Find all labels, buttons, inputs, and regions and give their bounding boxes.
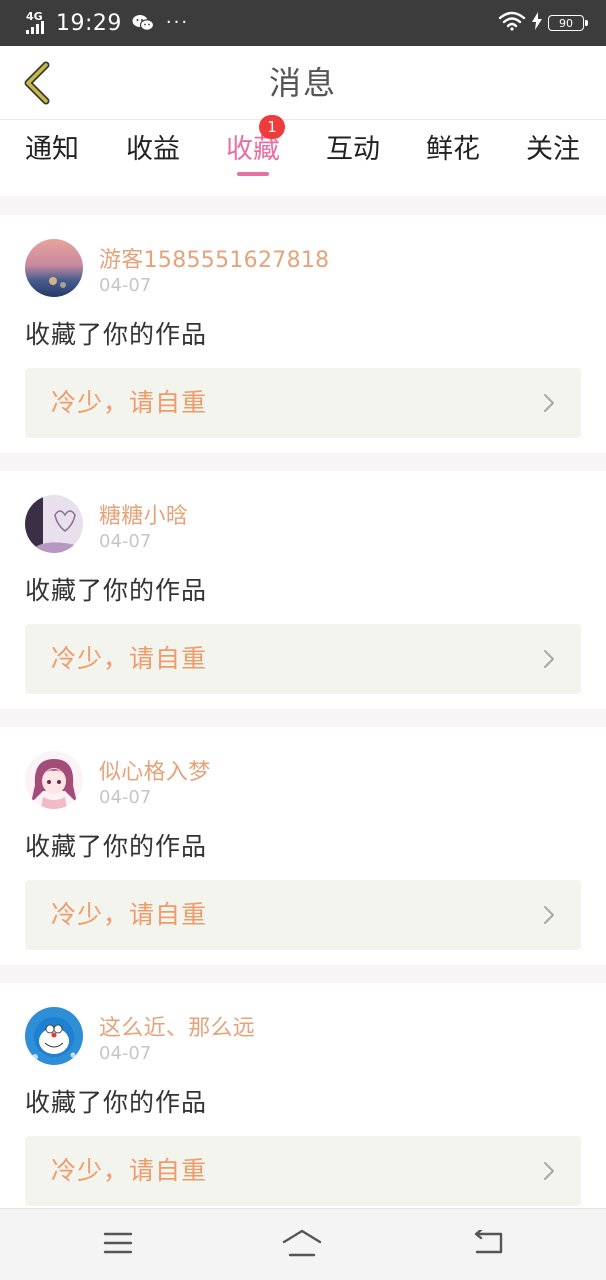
message-date: 04-07 bbox=[99, 275, 152, 296]
chevron-right-icon bbox=[543, 905, 555, 925]
battery-icon: 90 bbox=[548, 15, 588, 31]
username[interactable]: 糖糖小晗 bbox=[99, 498, 188, 530]
tab-favorites[interactable]: 收藏 1 bbox=[203, 115, 303, 196]
action-text: 收藏了你的作品 bbox=[25, 576, 208, 605]
unread-badge: 1 bbox=[259, 115, 285, 139]
message-card: 糖糖小晗 04-07 收藏了你的作品 冷少，请自重 bbox=[0, 471, 606, 709]
tab-notifications[interactable]: 通知 bbox=[2, 120, 102, 196]
tab-label: 互动 bbox=[326, 134, 380, 165]
status-bar: 4G 19:29 ··· 90 bbox=[0, 0, 606, 46]
work-link[interactable]: 冷少，请自重 bbox=[25, 368, 581, 438]
header-bar: 消息 bbox=[0, 46, 606, 120]
page-title: 消息 bbox=[268, 64, 337, 102]
work-link[interactable]: 冷少，请自重 bbox=[25, 880, 581, 950]
work-title: 冷少，请自重 bbox=[51, 388, 208, 417]
message-card: 游客1585551627818 04-07 收藏了你的作品 冷少，请自重 bbox=[0, 215, 606, 453]
home-button[interactable] bbox=[282, 1225, 322, 1261]
work-title: 冷少，请自重 bbox=[51, 900, 208, 929]
message-card: 这么近、那么远 04-07 收藏了你的作品 冷少，请自重 bbox=[0, 983, 606, 1209]
avatar[interactable] bbox=[25, 495, 83, 553]
chevron-right-icon bbox=[543, 393, 555, 413]
menu-button[interactable] bbox=[98, 1225, 138, 1261]
action-text: 收藏了你的作品 bbox=[25, 1088, 208, 1117]
message-date: 04-07 bbox=[99, 1043, 152, 1064]
work-title: 冷少，请自重 bbox=[51, 644, 208, 673]
username[interactable]: 似心格入梦 bbox=[99, 754, 211, 786]
cellular-signal-icon: 4G bbox=[24, 10, 48, 36]
work-title: 冷少，请自重 bbox=[51, 1156, 208, 1185]
status-time: 19:29 bbox=[56, 10, 122, 36]
chevron-right-icon bbox=[543, 649, 555, 669]
system-navigation-bar bbox=[0, 1208, 606, 1280]
username[interactable]: 游客1585551627818 bbox=[99, 242, 329, 274]
action-text: 收藏了你的作品 bbox=[25, 320, 208, 349]
more-notifications-icon: ··· bbox=[165, 12, 190, 33]
tab-label: 关注 bbox=[526, 134, 580, 165]
chevron-right-icon bbox=[543, 1161, 555, 1181]
tab-flowers[interactable]: 鲜花 bbox=[403, 120, 503, 196]
wifi-icon bbox=[498, 11, 526, 35]
tab-label: 通知 bbox=[25, 134, 79, 165]
avatar[interactable] bbox=[25, 239, 83, 297]
active-tab-indicator bbox=[237, 172, 269, 176]
home-icon bbox=[282, 1229, 322, 1257]
tab-label: 收益 bbox=[126, 134, 180, 165]
message-date: 04-07 bbox=[99, 787, 152, 808]
work-link[interactable]: 冷少，请自重 bbox=[25, 624, 581, 694]
avatar[interactable] bbox=[25, 1007, 83, 1065]
back-nav-button[interactable] bbox=[468, 1225, 508, 1261]
wechat-icon bbox=[132, 14, 155, 32]
username[interactable]: 这么近、那么远 bbox=[99, 1010, 255, 1042]
tab-follows[interactable]: 关注 bbox=[503, 120, 603, 196]
work-link[interactable]: 冷少，请自重 bbox=[25, 1136, 581, 1206]
tab-label: 鲜花 bbox=[426, 134, 480, 165]
menu-icon bbox=[103, 1232, 133, 1254]
return-icon bbox=[474, 1230, 503, 1254]
charging-icon bbox=[532, 12, 542, 34]
tab-bar: 通知 收益 收藏 1 互动 鲜花 关注 bbox=[0, 115, 606, 196]
message-card: 似心格入梦 04-07 收藏了你的作品 冷少，请自重 bbox=[0, 727, 606, 965]
message-date: 04-07 bbox=[99, 531, 152, 552]
avatar[interactable] bbox=[25, 751, 83, 809]
tab-interactions[interactable]: 互动 bbox=[303, 120, 403, 196]
tab-earnings[interactable]: 收益 bbox=[103, 120, 203, 196]
action-text: 收藏了你的作品 bbox=[25, 832, 208, 861]
